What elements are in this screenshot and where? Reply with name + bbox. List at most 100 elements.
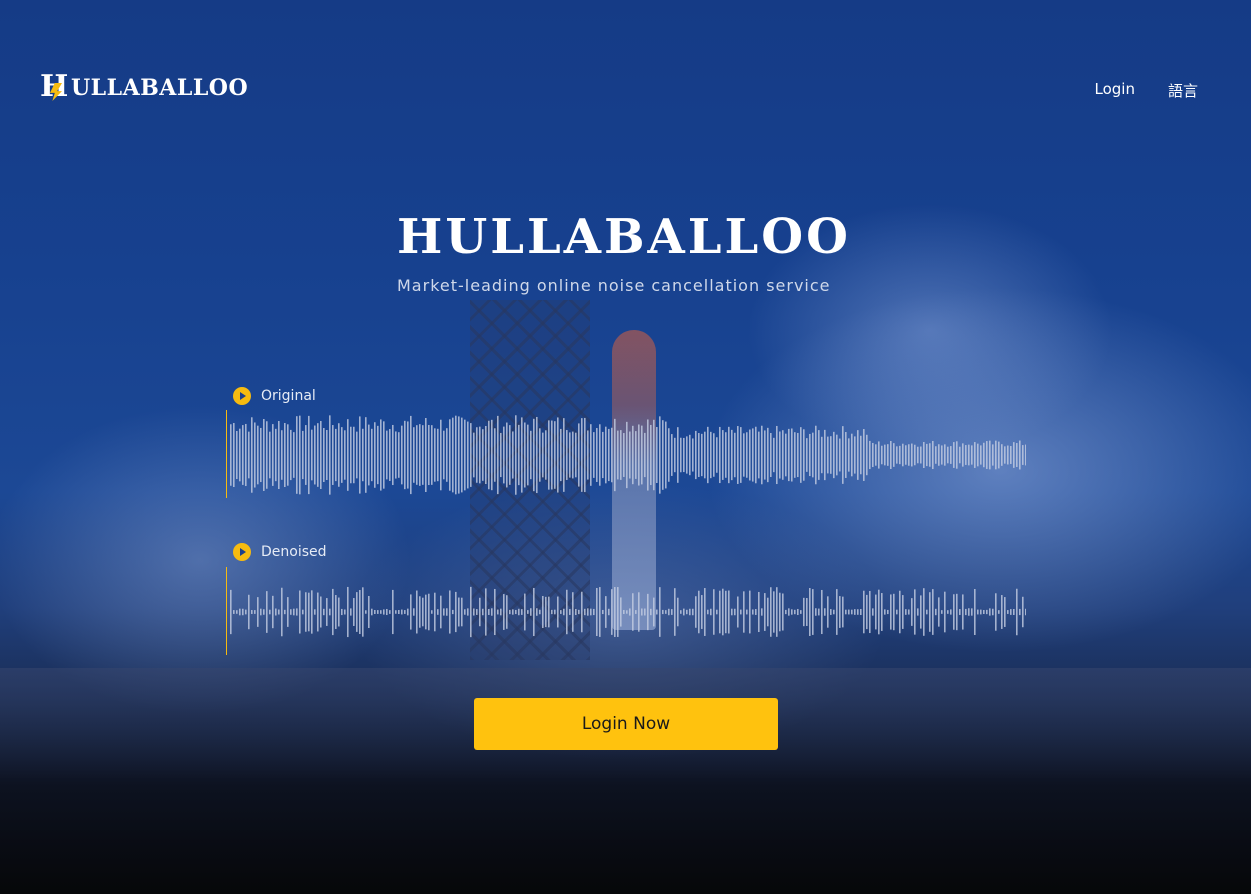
waveform-bar [782,593,784,631]
waveform-bar [515,609,517,615]
denoised-waveform[interactable] [226,567,1026,657]
waveform-bar [488,609,490,615]
waveform-bar [665,421,667,489]
waveform-bar [902,595,904,629]
waveform-bar [983,442,985,468]
waveform-bar [872,442,874,468]
waveform-bar [911,443,913,467]
waveform-bar [950,446,952,464]
waveform-bar [767,427,769,483]
waveform-bar [311,429,313,481]
waveform-bar [503,426,505,484]
waveform-bar [335,428,337,482]
original-play-button[interactable] [233,387,251,405]
waveform-bar [686,609,688,615]
waveform-bar [776,587,778,637]
waveform-bar [479,597,481,627]
waveform-bar [800,610,802,614]
waveform-bar [884,609,886,615]
original-waveform[interactable] [226,410,1026,500]
waveform-bar [245,609,247,615]
waveform-bar [380,610,382,614]
waveform-bar [323,608,325,616]
nav-login-link[interactable]: Login [1095,80,1135,101]
waveform-bar [584,608,586,616]
waveform-bar [302,609,304,615]
nav-language-link[interactable]: 語言 [1168,80,1198,101]
waveform-bar [854,609,856,615]
waveform-bar [695,430,697,480]
waveform-bar [524,422,526,488]
waveform-bar [962,594,964,630]
denoised-play-button[interactable] [233,543,251,561]
waveform-bar [464,419,466,491]
waveform-bar [977,609,979,615]
waveform-bar [551,609,553,615]
waveform-bar [362,587,364,637]
waveform-bar [704,431,706,479]
waveform-bar [302,430,304,480]
waveform-bar [644,608,646,616]
waveform-bar [731,608,733,616]
waveform-bar [359,589,361,635]
waveform-bar [791,428,793,482]
waveform-bar [743,591,745,633]
waveform-bar [623,609,625,615]
waveform-bar [584,417,586,493]
waveform-bar [452,417,454,493]
waveform-bar [755,426,757,484]
login-now-button[interactable]: Login Now [474,698,778,750]
waveform-bar [893,443,895,467]
waveform-bar [914,589,916,635]
waveform-bar [926,443,928,467]
waveform-bar [596,428,598,482]
brand-logo[interactable]: H ULLABALLOO [40,71,248,103]
waveform-bar [575,432,577,478]
waveform-bar [653,419,655,491]
waveform-bar [431,610,433,614]
waveform-bar [1019,440,1021,470]
waveform-bar [674,588,676,636]
waveform-bar [905,609,907,615]
waveform-bar [389,610,391,614]
waveform-bar [743,433,745,477]
waveform-bar [560,428,562,482]
waveform-bar [503,594,505,630]
waveform-bar [878,441,880,469]
waveform-bar [404,610,406,614]
waveform-bar [341,608,343,616]
waveform-bar [317,592,319,632]
waveform-bar [323,428,325,482]
waveform-bar [260,427,262,483]
waveform-bar [578,423,580,487]
waveform-bar [995,440,997,470]
waveform-bar [896,609,898,615]
waveform-bar [932,440,934,470]
waveform-bar [725,590,727,634]
waveform-bar [485,588,487,636]
waveform-bar [875,444,877,466]
waveform-bar [656,426,658,484]
waveform-bar [419,424,421,486]
waveform-bar [665,610,667,614]
waveform-bar [788,608,790,616]
waveform-bar [677,597,679,627]
waveform-bar [1022,596,1024,628]
waveform-bar [398,432,400,478]
waveform-bar [371,428,373,482]
waveform-bar [833,609,835,615]
waveform-bar [608,428,610,482]
waveform-bar [272,595,274,629]
waveform-bar [248,594,250,630]
waveform-bar [305,592,307,632]
waveform-bar [779,431,781,479]
waveform-bar [893,593,895,631]
waveform-bar [230,424,232,486]
waveform-bar [641,608,643,616]
waveform-bar [425,418,427,492]
waveform-bar [347,586,349,638]
waveform-bar [401,609,403,615]
waveform-bar [257,597,259,627]
waveform-bar [611,589,613,635]
waveform-bar [857,609,859,615]
